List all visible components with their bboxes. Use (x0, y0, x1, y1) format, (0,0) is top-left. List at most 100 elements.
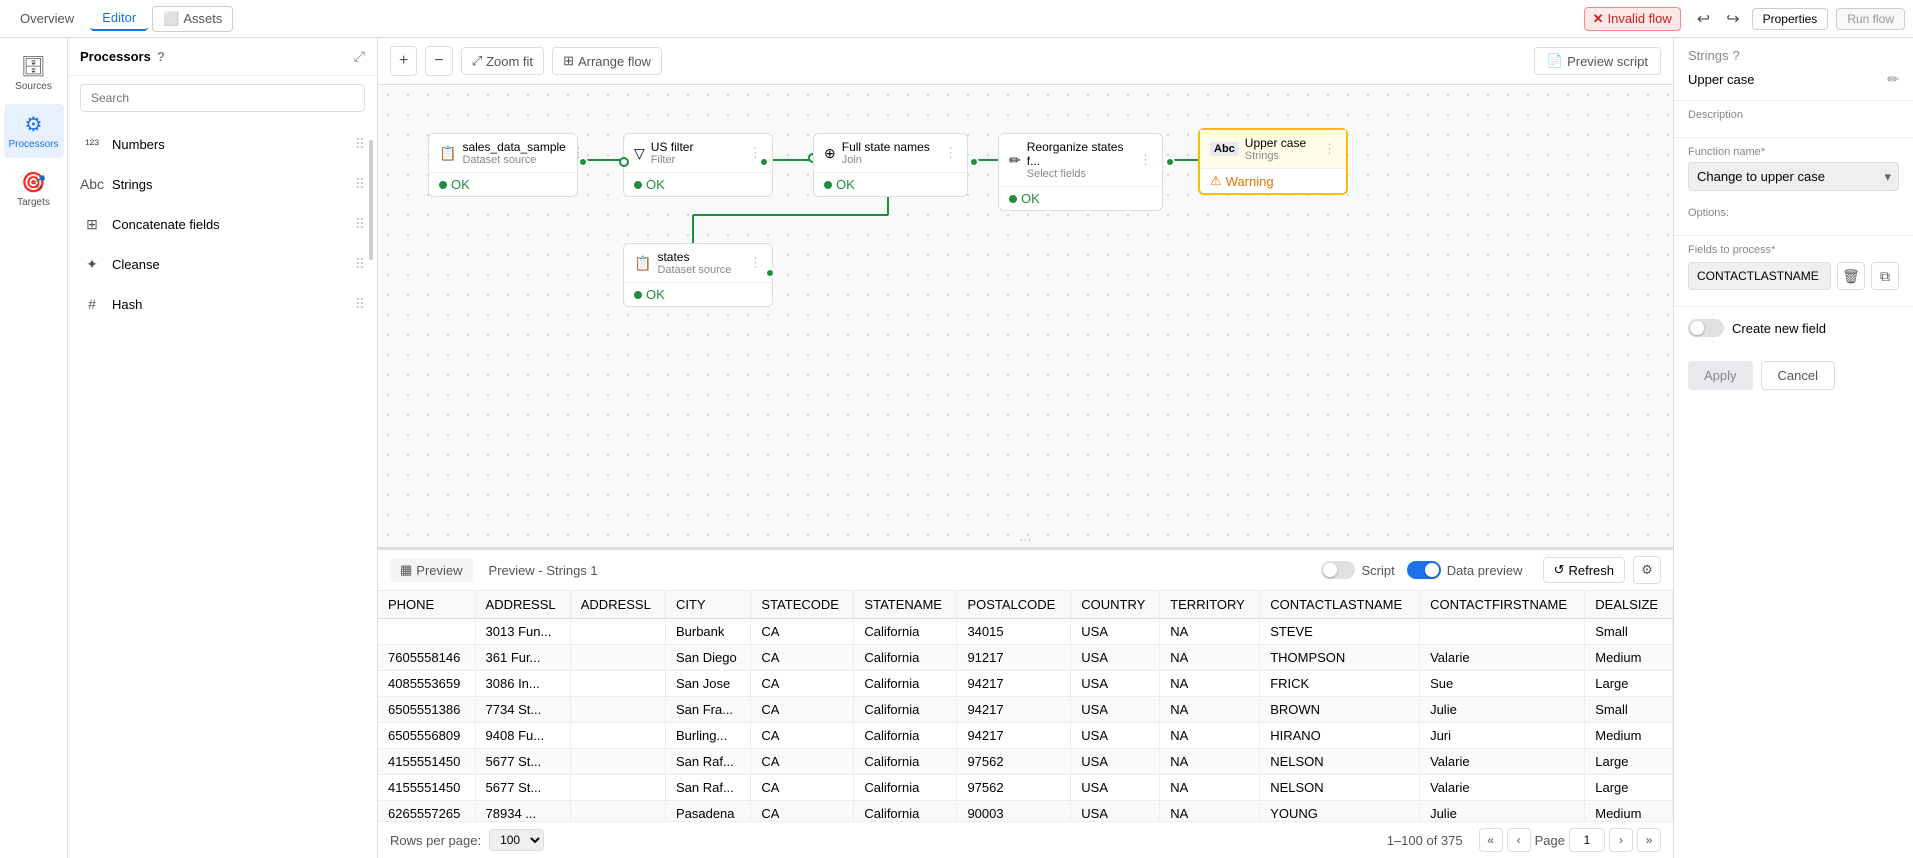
tab-overview[interactable]: Overview (8, 7, 86, 30)
node-us-filter[interactable]: ▽ US filter Filter ⋮ OK (623, 133, 773, 197)
zoom-in-button[interactable]: + (390, 46, 417, 76)
table-header-row: PHONE ADDRESSL ADDRESSL CITY STATECODE S… (378, 591, 1673, 619)
function-name-select[interactable]: Change to upper case Change to lower cas… (1688, 162, 1899, 191)
sidebar-item-targets[interactable]: 🎯 Targets (4, 162, 64, 216)
field-row-1: CONTACTLASTNAME CONTACTFIRSTNAME STATENA… (1688, 262, 1899, 290)
connector-join-out[interactable] (969, 157, 979, 167)
rp-function-name-section: Function name* Change to upper case Chan… (1674, 142, 1913, 203)
field-copy-button[interactable]: ⧉ (1871, 262, 1899, 290)
tab-assets[interactable]: ⬜ Assets (152, 6, 233, 32)
refresh-button[interactable]: ↺ Refresh (1543, 557, 1625, 583)
arrange-flow-button[interactable]: ⊞ Arrange flow (552, 47, 662, 75)
rp-actions: Apply Cancel (1674, 349, 1913, 402)
node-reorganize[interactable]: ✏ Reorganize states f... Select fields ⋮… (998, 133, 1163, 211)
table-cell (570, 749, 665, 775)
node-join-menu[interactable]: ⋮ (944, 145, 957, 161)
table-cell: 6505556809 (378, 723, 475, 749)
node-filter-status: OK (624, 173, 772, 196)
node-sales[interactable]: 📋 sales_data_sample Dataset source ⋮ OK (428, 133, 578, 197)
help-icon[interactable]: ? (157, 49, 165, 64)
page-prev-button[interactable]: ‹ (1507, 828, 1531, 852)
page-first-button[interactable]: « (1479, 828, 1503, 852)
processor-hash[interactable]: # Hash ⠿ (68, 284, 377, 324)
node-filter-status-dot (634, 181, 642, 189)
canvas-toolbar: + − ⤢ Zoom fit ⊞ Arrange flow 📄 Preview … (378, 38, 1673, 85)
field-select[interactable]: CONTACTLASTNAME CONTACTFIRSTNAME STATENA… (1688, 262, 1831, 290)
panel-pin-icon[interactable]: ⤢ (354, 48, 365, 65)
canvas-resize-handle[interactable]: ⋯ (1020, 533, 1032, 547)
connector-filter-out[interactable] (759, 157, 769, 167)
table-row: 7605558146361 Fur...San DiegoCACaliforni… (378, 645, 1673, 671)
create-new-field-toggle[interactable] (1688, 319, 1724, 337)
cancel-button[interactable]: Cancel (1761, 361, 1835, 390)
fields-label: Fields to process* (1688, 244, 1899, 256)
numbers-drag-icon[interactable]: ⠿ (355, 136, 365, 153)
rp-options-section: Options: (1674, 203, 1913, 231)
settings-button[interactable]: ⚙ (1633, 556, 1661, 584)
scroll-bar[interactable] (369, 140, 373, 260)
preview-tab[interactable]: ▦ Preview (390, 558, 473, 582)
canvas-grid[interactable]: 📋 sales_data_sample Dataset source ⋮ OK (378, 85, 1673, 547)
node-sales-status-dot (439, 181, 447, 189)
node-states[interactable]: 📋 states Dataset source ⋮ OK (623, 243, 773, 307)
redo-button[interactable]: ↪ (1722, 7, 1743, 31)
node-states-status-dot (634, 291, 642, 299)
processor-search-input[interactable] (80, 84, 365, 112)
strings-icon: Abc (80, 172, 104, 196)
run-flow-button[interactable]: Run flow (1836, 8, 1905, 30)
node-reorg-status: OK (999, 187, 1162, 210)
table-cell: Medium (1585, 645, 1673, 671)
undo-button[interactable]: ↩ (1693, 7, 1714, 31)
strings-drag-icon[interactable]: ⠿ (355, 176, 365, 193)
data-table-wrap[interactable]: PHONE ADDRESSL ADDRESSL CITY STATECODE S… (378, 591, 1673, 821)
page-last-button[interactable]: » (1637, 828, 1661, 852)
connector-reorg-out[interactable] (1165, 157, 1175, 167)
script-toggle-bg[interactable] (1321, 561, 1355, 579)
connector-sales-out[interactable] (578, 157, 588, 167)
node-reorg-menu[interactable]: ⋮ (1139, 152, 1152, 168)
table-cell: NA (1160, 723, 1260, 749)
edit-title-icon[interactable]: ✏ (1887, 71, 1899, 88)
table-cell: NELSON (1260, 775, 1420, 801)
node-states-menu[interactable]: ⋮ (749, 255, 762, 271)
sidebar-item-processors[interactable]: ⚙ Processors (4, 104, 64, 158)
table-row: 40855536593086 In...San JoseCACalifornia… (378, 671, 1673, 697)
rp-divider-4 (1674, 306, 1913, 307)
rows-per-page-select[interactable]: 100 50 25 (489, 829, 544, 851)
page-next-button[interactable]: › (1609, 828, 1633, 852)
zoom-fit-button[interactable]: ⤢ Zoom fit (461, 47, 544, 75)
node-upper-case[interactable]: Abc Upper case Strings ⋮ ⚠ Warning (1198, 128, 1348, 195)
table-row: 41555514505677 St...San Raf...CACaliforn… (378, 749, 1673, 775)
field-delete-button[interactable]: 🗑 (1837, 262, 1865, 290)
processor-cleanse[interactable]: ✦ Cleanse ⠿ (68, 244, 377, 284)
sidebar: 🗄 Sources ⚙ Processors 🎯 Targets (0, 38, 68, 858)
connector-states-out[interactable] (765, 268, 775, 278)
table-cell: Sue (1420, 671, 1585, 697)
data-preview-toggle[interactable]: Data preview (1407, 561, 1523, 579)
preview-tab-icon: ▦ (400, 562, 412, 578)
options-label: Options: (1688, 207, 1899, 219)
page-input[interactable] (1569, 828, 1605, 852)
node-upper-menu[interactable]: ⋮ (1323, 141, 1336, 157)
strings-help-icon[interactable]: ? (1732, 48, 1739, 63)
table-cell: 3086 In... (475, 671, 570, 697)
cleanse-drag-icon[interactable]: ⠿ (355, 256, 365, 273)
preview-script-button[interactable]: 📄 Preview script (1534, 47, 1661, 75)
table-cell: California (854, 801, 957, 822)
apply-button[interactable]: Apply (1688, 361, 1753, 390)
sidebar-item-sources[interactable]: 🗄 Sources (4, 46, 64, 100)
script-toggle[interactable]: Script (1321, 561, 1394, 579)
data-preview-toggle-bg[interactable] (1407, 561, 1441, 579)
processor-numbers[interactable]: ¹²³ Numbers ⠿ (68, 124, 377, 164)
connector-filter-in[interactable] (619, 157, 629, 167)
tab-editor[interactable]: Editor (90, 6, 148, 31)
processor-strings-label: Strings (112, 177, 152, 192)
processor-concatenate[interactable]: ⊞ Concatenate fields ⠿ (68, 204, 377, 244)
processor-strings[interactable]: Abc Strings ⠿ (68, 164, 377, 204)
zoom-out-button[interactable]: − (425, 46, 452, 76)
concatenate-drag-icon[interactable]: ⠿ (355, 216, 365, 233)
hash-drag-icon[interactable]: ⠿ (355, 296, 365, 313)
create-new-field-row[interactable]: Create new field (1688, 315, 1899, 341)
node-full-state[interactable]: ⊕ Full state names Join ⋮ OK (813, 133, 968, 197)
properties-button[interactable]: Properties (1752, 8, 1829, 30)
